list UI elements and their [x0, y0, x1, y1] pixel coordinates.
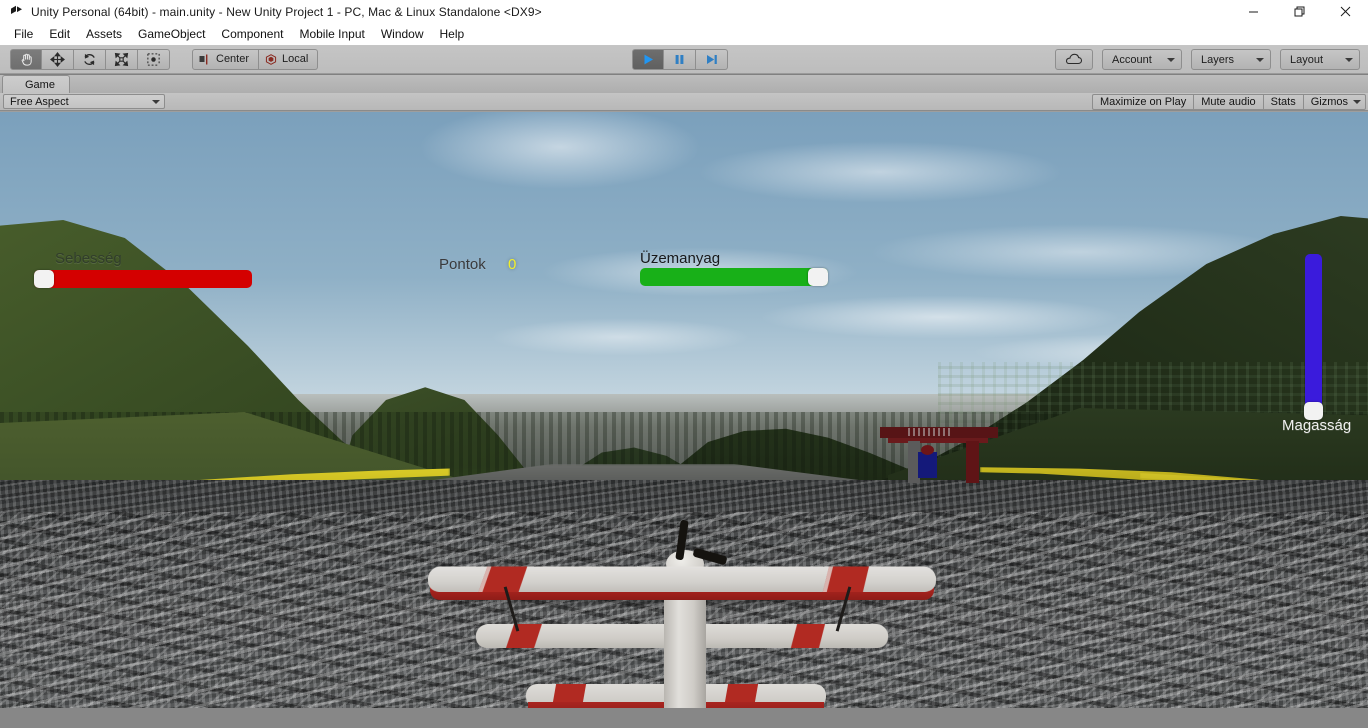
- menu-item-mobile-input[interactable]: Mobile Input: [291, 25, 372, 44]
- fuel-slider-fill: [640, 268, 828, 286]
- window-controls: [1230, 0, 1368, 23]
- speed-slider[interactable]: [34, 270, 252, 288]
- close-icon[interactable]: [1322, 0, 1368, 23]
- pivot-local-icon: [265, 53, 277, 65]
- account-dropdown[interactable]: Account: [1102, 49, 1182, 70]
- chevron-down-icon: [1167, 57, 1175, 62]
- scenery-red-object: [921, 445, 934, 455]
- menu-item-edit[interactable]: Edit: [41, 25, 78, 44]
- unity-logo-icon: [8, 4, 24, 20]
- chevron-down-icon: [1345, 57, 1353, 62]
- game-render-area[interactable]: Sebesség Pontok 0 Üzemanyag Magasság: [0, 112, 1368, 728]
- hand-tool-button[interactable]: [10, 48, 42, 70]
- step-icon: [707, 55, 717, 64]
- play-icon: [644, 54, 653, 65]
- pivot-rotation-button[interactable]: Local: [259, 48, 319, 70]
- menu-item-assets[interactable]: Assets: [78, 25, 130, 44]
- mute-audio-button[interactable]: Mute audio: [1194, 93, 1264, 110]
- layers-dropdown[interactable]: Layers: [1191, 49, 1271, 70]
- toolbar-right-group: Account Layers Layout: [1055, 49, 1360, 70]
- gizmos-button[interactable]: Gizmos: [1303, 93, 1366, 110]
- pause-icon: [675, 55, 684, 64]
- rect-transform-tool-button[interactable]: [138, 48, 170, 70]
- player-airplane: [427, 519, 938, 728]
- torii-pillar-right: [966, 441, 979, 483]
- playback-controls: [632, 49, 728, 70]
- pivot-center-icon: [199, 54, 208, 64]
- menu-bar: File Edit Assets GameObject Component Mo…: [0, 23, 1368, 45]
- upper-wing-stripe-left: [478, 566, 528, 592]
- menu-item-file[interactable]: File: [6, 25, 41, 44]
- chevron-down-icon: [1256, 57, 1264, 62]
- aspect-ratio-label: Free Aspect: [10, 95, 69, 108]
- unity-editor-window: Unity Personal (64bit) - main.unity - Ne…: [0, 0, 1368, 728]
- transform-tools: [10, 48, 170, 70]
- scale-tool-button[interactable]: [106, 48, 138, 70]
- game-view-options: Maximize on Play Mute audio Stats Gizmos: [1092, 93, 1366, 110]
- status-bar: [0, 708, 1368, 728]
- main-toolbar: Center Local Account Layers Layout: [0, 45, 1368, 74]
- menu-item-component[interactable]: Component: [213, 25, 291, 44]
- lower-wing-stripe-right: [790, 624, 826, 648]
- step-button[interactable]: [696, 49, 728, 70]
- cloud-services-button[interactable]: [1055, 49, 1093, 70]
- altitude-slider-fill: [1305, 254, 1322, 416]
- restore-icon[interactable]: [1276, 0, 1322, 23]
- game-panel: Game Free Aspect Maximize on Play Mute a…: [0, 75, 1368, 728]
- window-title: Unity Personal (64bit) - main.unity - Ne…: [31, 4, 542, 19]
- aspect-ratio-dropdown[interactable]: Free Aspect: [3, 94, 165, 109]
- panel-tab-row: Game: [0, 75, 1368, 93]
- pause-button[interactable]: [664, 49, 696, 70]
- fuel-slider[interactable]: [640, 268, 828, 286]
- altitude-slider[interactable]: [1304, 254, 1323, 420]
- layout-dropdown[interactable]: Layout: [1280, 49, 1360, 70]
- gizmos-label: Gizmos: [1310, 95, 1348, 108]
- altitude-slider-handle[interactable]: [1304, 402, 1323, 420]
- minimize-icon[interactable]: [1230, 0, 1276, 23]
- play-button[interactable]: [632, 49, 664, 70]
- tab-game-label: Game: [25, 78, 55, 91]
- rotate-tool-button[interactable]: [74, 48, 106, 70]
- speed-slider-handle[interactable]: [34, 270, 54, 288]
- pivot-mode-label: Center: [216, 53, 250, 65]
- airplane-fuselage: [664, 580, 706, 720]
- layers-label: Layers: [1201, 53, 1235, 66]
- chevron-down-icon: [1353, 99, 1361, 104]
- game-view-icon: [10, 80, 15, 89]
- lower-wing-stripe-left: [506, 624, 542, 648]
- account-label: Account: [1112, 53, 1152, 66]
- pivot-mode-button[interactable]: Center: [192, 48, 260, 70]
- torii-gate: [880, 427, 998, 483]
- menu-item-window[interactable]: Window: [373, 25, 432, 44]
- tab-game[interactable]: Game: [2, 75, 70, 93]
- maximize-on-play-button[interactable]: Maximize on Play: [1092, 93, 1195, 110]
- title-bar: Unity Personal (64bit) - main.unity - Ne…: [0, 0, 1368, 23]
- chevron-down-icon: [152, 99, 160, 104]
- menu-item-gameobject[interactable]: GameObject: [130, 25, 213, 44]
- stats-button[interactable]: Stats: [1263, 93, 1304, 110]
- menu-item-help[interactable]: Help: [432, 25, 473, 44]
- move-tool-button[interactable]: [42, 48, 74, 70]
- cloud-icon: [1065, 53, 1083, 65]
- layout-label: Layout: [1290, 53, 1324, 66]
- scenery-blue-object: [918, 452, 937, 478]
- game-view-toolbar: Free Aspect Maximize on Play Mute audio …: [0, 93, 1368, 111]
- upper-wing-stripe-right: [822, 566, 870, 592]
- speed-slider-fill: [34, 270, 252, 288]
- pivot-controls: Center Local: [192, 48, 319, 70]
- fuel-slider-handle[interactable]: [808, 268, 828, 286]
- pivot-rotation-label: Local: [282, 53, 309, 65]
- torii-sign-text: [908, 428, 950, 436]
